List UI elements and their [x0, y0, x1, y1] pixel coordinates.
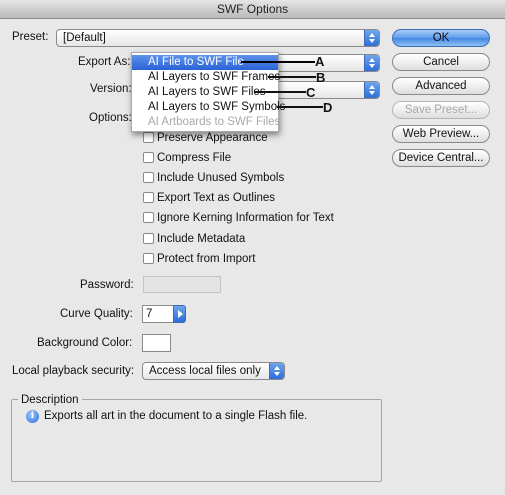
checkbox-label: Include Unused Symbols: [157, 172, 285, 184]
local-playback-label: Local playback security:: [12, 365, 135, 377]
checkbox-box[interactable]: [143, 172, 154, 183]
checkbox-box[interactable]: [143, 253, 154, 264]
advanced-button[interactable]: Advanced: [392, 77, 490, 95]
export-as-label: Export As:: [78, 56, 131, 68]
background-color-label: Background Color:: [37, 337, 133, 349]
checkbox-box[interactable]: [143, 152, 154, 163]
version-label: Version:: [90, 83, 132, 95]
checkbox-label: Include Metadata: [157, 233, 246, 245]
local-playback-value: Access local files only: [149, 365, 261, 377]
description-text: Exports all art in the document to a sin…: [44, 410, 308, 422]
ok-button[interactable]: OK: [392, 29, 490, 47]
preset-value: [Default]: [63, 32, 106, 44]
preset-select[interactable]: [Default]: [56, 29, 380, 47]
curve-quality-slider-button[interactable]: [173, 305, 186, 323]
export-as-select[interactable]: [270, 54, 380, 72]
checkbox-compress-file[interactable]: Compress File: [143, 150, 393, 166]
device-central-button[interactable]: Device Central...: [392, 149, 490, 167]
callout-line-a: [241, 61, 315, 63]
local-playback-select[interactable]: Access local files only: [142, 362, 285, 380]
menu-item-ai-artboards-to-swf-files: AI Artboards to SWF Files: [148, 116, 281, 128]
menu-item-ai-layers-to-swf-symbols[interactable]: AI Layers to SWF Symbols: [132, 100, 285, 115]
callout-c: C: [306, 85, 316, 100]
checkbox-include-metadata[interactable]: Include Metadata: [143, 231, 393, 247]
checkbox-box[interactable]: [143, 132, 154, 143]
updown-arrows-icon: [364, 55, 379, 71]
callout-a: A: [315, 54, 325, 69]
checkbox-box[interactable]: [143, 233, 154, 244]
web-preview-button[interactable]: Web Preview...: [392, 125, 490, 143]
callout-line-c: [254, 91, 306, 93]
checkbox-protect-from-import[interactable]: Protect from Import: [143, 251, 393, 267]
preset-label: Preset:: [12, 31, 49, 43]
callout-line-d: [277, 106, 323, 108]
save-preset-button[interactable]: Save Preset...: [392, 101, 490, 119]
password-label: Password:: [80, 279, 134, 291]
password-input[interactable]: [143, 276, 221, 293]
checkbox-label: Compress File: [157, 152, 232, 164]
checkbox-label: Ignore Kerning Information for Text: [157, 212, 334, 224]
background-color-swatch[interactable]: [142, 334, 171, 352]
window-title: SWF Options: [0, 0, 505, 19]
callout-line-b: [268, 76, 316, 78]
updown-arrows-icon: [364, 30, 379, 46]
checkbox-box[interactable]: [143, 212, 154, 223]
curve-quality-input[interactable]: 7: [142, 305, 174, 323]
cancel-button[interactable]: Cancel: [392, 53, 490, 71]
callout-b: B: [316, 70, 326, 85]
play-arrow-icon: [178, 310, 183, 318]
callout-d: D: [323, 100, 333, 115]
updown-arrows-icon: [364, 82, 379, 98]
checkbox-label: Protect from Import: [157, 253, 256, 265]
checkbox-ignore-kerning[interactable]: Ignore Kerning Information for Text: [143, 210, 393, 226]
curve-quality-label: Curve Quality:: [60, 308, 133, 320]
checkbox-label: Export Text as Outlines: [157, 192, 276, 204]
updown-arrows-icon: [269, 363, 284, 379]
info-icon: i: [26, 410, 39, 423]
checkbox-preserve-appearance[interactable]: Preserve Appearance: [143, 130, 393, 146]
menu-item-ai-layers-to-swf-frames[interactable]: AI Layers to SWF Frames: [132, 70, 280, 85]
options-label: Options:: [89, 112, 132, 124]
description-title: Description: [18, 392, 82, 408]
checkbox-box[interactable]: [143, 192, 154, 203]
checkbox-export-text-outlines[interactable]: Export Text as Outlines: [143, 190, 393, 206]
checkbox-include-unused-symbols[interactable]: Include Unused Symbols: [143, 170, 393, 186]
checkbox-label: Preserve Appearance: [157, 132, 268, 144]
